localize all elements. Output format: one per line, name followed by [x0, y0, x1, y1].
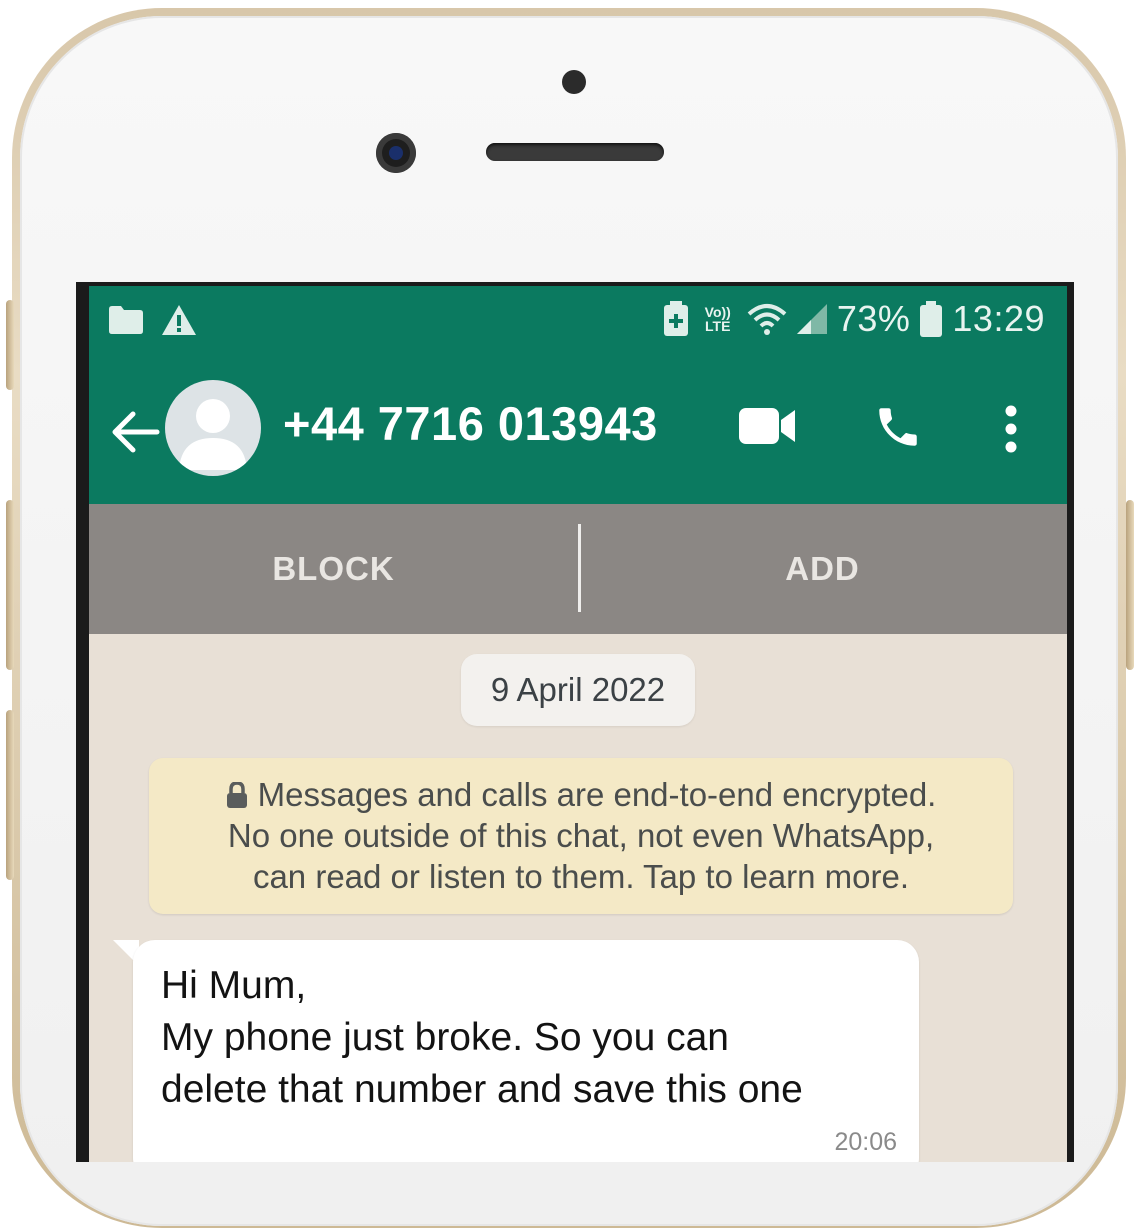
encryption-notice-line2: No one outside of this chat, not even Wh…	[227, 817, 935, 854]
wifi-icon	[747, 304, 787, 335]
date-separator: 9 April 2022	[461, 654, 695, 726]
contact-title[interactable]: +44 7716 013943	[283, 396, 658, 451]
proximity-sensor	[562, 70, 586, 94]
message-line: My phone just broke. So you can	[161, 1016, 729, 1059]
side-button	[6, 300, 14, 390]
message-timestamp: 20:06	[834, 1128, 897, 1156]
chat-area[interactable]: 9 April 2022 Messages and calls are end-…	[89, 634, 1067, 1162]
earpiece-speaker	[486, 143, 664, 161]
more-options-icon[interactable]	[1001, 404, 1021, 454]
lock-icon	[226, 782, 247, 808]
lte-label: LTE	[705, 318, 731, 334]
avatar[interactable]	[165, 380, 261, 476]
add-contact-button[interactable]: ADD	[578, 504, 1067, 634]
warning-icon	[162, 305, 196, 335]
volume-down-button	[6, 710, 14, 880]
voice-call-icon[interactable]	[873, 402, 923, 452]
phone-screen: Vo)) LTE 73% 13:29 +44 7716 013943 BLOCK…	[76, 282, 1074, 1162]
message-line: delete that number and save this one	[161, 1068, 803, 1111]
action-divider	[578, 524, 581, 612]
whatsapp-app: Vo)) LTE 73% 13:29 +44 7716 013943 BLOCK…	[89, 286, 1067, 1162]
message-text: Hi Mum, My phone just broke. So you can …	[161, 960, 901, 1116]
battery-percent: 73%	[836, 298, 911, 339]
front-camera	[376, 133, 416, 173]
block-button[interactable]: BLOCK	[89, 504, 578, 634]
battery-saver-icon	[663, 301, 688, 336]
battery-icon	[920, 301, 943, 337]
encryption-notice[interactable]: Messages and calls are end-to-end encryp…	[149, 758, 1013, 914]
cell-signal-icon	[796, 304, 827, 334]
folder-icon	[109, 306, 143, 334]
incoming-message-bubble[interactable]: Hi Mum, My phone just broke. So you can …	[133, 940, 919, 1162]
clock: 13:29	[952, 298, 1045, 339]
back-arrow-icon[interactable]	[109, 406, 161, 458]
chat-header: +44 7716 013943	[89, 366, 1067, 504]
message-line: Hi Mum,	[161, 964, 307, 1007]
status-bar: Vo)) LTE 73% 13:29	[89, 286, 1067, 366]
unknown-contact-actions: BLOCK ADD	[89, 504, 1067, 634]
volume-up-button	[6, 500, 14, 670]
default-avatar-icon	[179, 399, 247, 470]
encryption-notice-line3: can read or listen to them. Tap to learn…	[252, 858, 910, 895]
volte-icon: Vo)) LTE	[705, 305, 731, 333]
video-call-icon[interactable]	[739, 408, 797, 444]
volte-label: Vo))	[704, 304, 731, 320]
power-button	[1126, 500, 1134, 670]
encryption-notice-line1: Messages and calls are end-to-end encryp…	[257, 776, 937, 813]
